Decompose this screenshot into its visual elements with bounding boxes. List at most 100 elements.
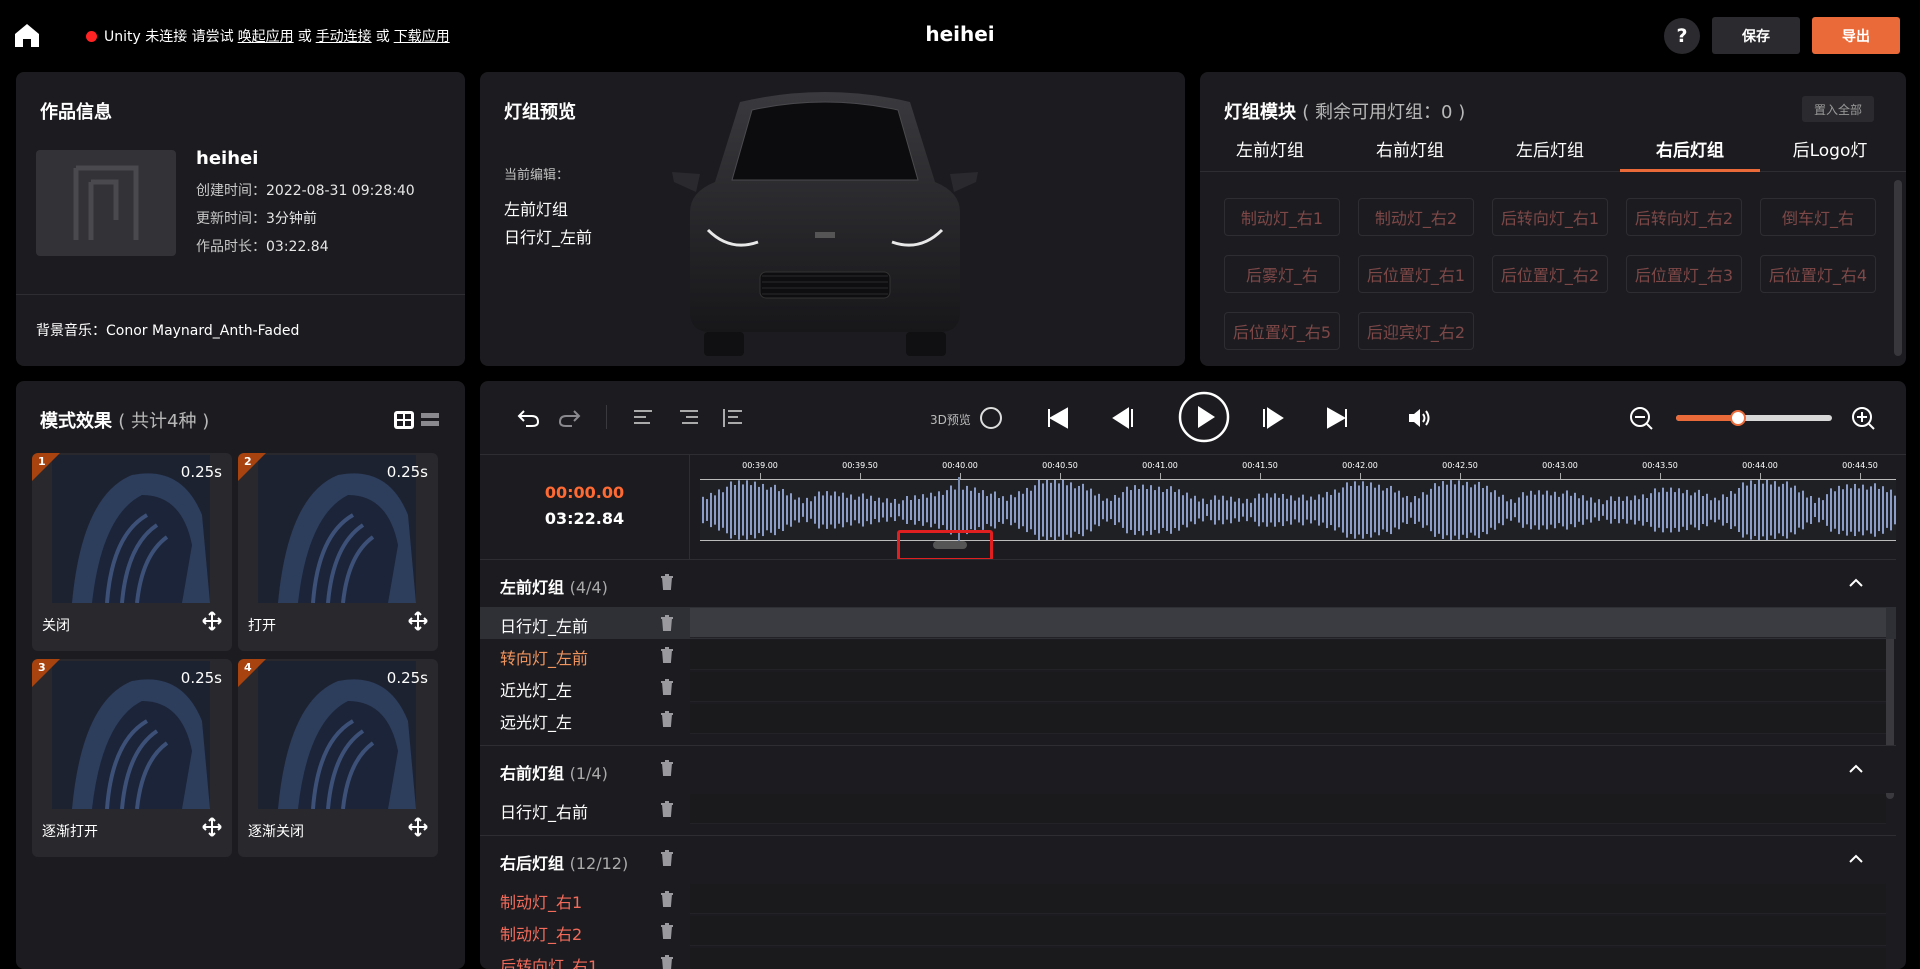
redo-icon[interactable] <box>556 405 582 431</box>
delete-icon[interactable] <box>660 679 674 695</box>
zoom-slider[interactable] <box>1676 410 1832 426</box>
save-button[interactable]: 保存 <box>1712 17 1800 54</box>
zoom-slider-handle[interactable] <box>1730 410 1747 426</box>
step-back-icon[interactable] <box>1110 405 1136 431</box>
tab-group[interactable]: 右后灯组 <box>1620 132 1760 172</box>
light-chip[interactable]: 后迎宾灯_右2 <box>1358 312 1474 350</box>
track-label: 近光灯_左 <box>500 681 573 700</box>
drag-move-icon[interactable] <box>408 817 428 837</box>
delete-icon[interactable] <box>660 711 674 727</box>
drag-move-icon[interactable] <box>202 611 222 631</box>
track-row[interactable]: 制动灯_右2 <box>480 915 1896 947</box>
skip-to-start-icon[interactable] <box>1045 405 1071 431</box>
track-list: 左前灯组 (4/4) 日行灯_左前 转向灯_左前近光灯_左远光灯_左右前灯组 (1/… <box>480 559 1896 969</box>
light-chip[interactable]: 制动灯_右1 <box>1224 198 1340 236</box>
work-info-title: 作品信息 <box>40 102 112 123</box>
align-left-icon[interactable] <box>630 405 656 431</box>
drag-move-icon[interactable] <box>202 817 222 837</box>
delete-icon[interactable] <box>660 615 674 631</box>
current-edit-group: 左前灯组 <box>504 200 569 219</box>
zoom-in-icon[interactable] <box>1850 405 1876 431</box>
light-chip[interactable]: 后位置灯_右5 <box>1224 312 1340 350</box>
tick-label: 00:43.50 <box>1642 461 1678 470</box>
track-row[interactable]: 后转向灯_右1 <box>480 947 1896 969</box>
undo-icon[interactable] <box>516 405 542 431</box>
track-lane[interactable] <box>690 704 1886 734</box>
export-button[interactable]: 导出 <box>1812 17 1900 54</box>
step-forward-icon[interactable] <box>1260 405 1286 431</box>
3d-preview-toggle[interactable] <box>980 407 1002 429</box>
light-chip[interactable]: 后位置灯_右3 <box>1626 255 1742 293</box>
light-chip[interactable]: 制动灯_右2 <box>1358 198 1474 236</box>
track-row[interactable]: 制动灯_右1 <box>480 883 1896 915</box>
zoom-out-icon[interactable] <box>1628 405 1654 431</box>
list-view-icon[interactable] <box>420 411 440 429</box>
track-group-header[interactable]: 右前灯组 (1/4) <box>480 745 1896 793</box>
tick-label: 00:42.00 <box>1342 461 1378 470</box>
light-chip[interactable]: 后位置灯_右2 <box>1492 255 1608 293</box>
track-label: 制动灯_右1 <box>500 893 583 912</box>
track-row[interactable]: 远光灯_左 <box>480 703 1896 735</box>
track-row[interactable]: 转向灯_左前 <box>480 639 1896 671</box>
effect-duration: 0.25s <box>180 669 222 687</box>
track-lane[interactable] <box>690 640 1886 670</box>
delete-icon[interactable] <box>660 801 674 817</box>
delete-icon[interactable] <box>660 647 674 663</box>
track-row[interactable]: 日行灯_右前 <box>480 793 1896 825</box>
delete-icon[interactable] <box>660 955 674 969</box>
effect-card[interactable]: 2 0.25s 打开 <box>238 453 438 651</box>
track-row[interactable]: 近光灯_左 <box>480 671 1896 703</box>
track-lane[interactable] <box>690 948 1886 969</box>
place-all-button[interactable]: 置入全部 <box>1802 96 1874 122</box>
light-chip[interactable]: 后位置灯_右1 <box>1358 255 1474 293</box>
drag-move-icon[interactable] <box>408 611 428 631</box>
download-app-link[interactable]: 下载应用 <box>394 26 450 46</box>
delete-icon[interactable] <box>660 574 674 590</box>
volume-icon[interactable] <box>1406 405 1432 431</box>
track-label: 远光灯_左 <box>500 713 573 732</box>
effect-card[interactable]: 4 0.25s 逐渐关闭 <box>238 659 438 857</box>
scrollbar[interactable] <box>1894 180 1902 356</box>
help-button[interactable]: ? <box>1664 18 1700 54</box>
current-edit-label: 当前编辑： <box>504 168 570 183</box>
track-lane[interactable] <box>690 608 1886 638</box>
track-group-header[interactable]: 右后灯组 (12/12) <box>480 835 1896 883</box>
delete-icon[interactable] <box>660 891 674 907</box>
track-lane[interactable] <box>690 794 1886 824</box>
tab-group[interactable]: 右前灯组 <box>1340 132 1480 172</box>
distribute-icon[interactable] <box>720 405 746 431</box>
light-chip[interactable]: 后转向灯_右2 <box>1626 198 1742 236</box>
time-ruler[interactable]: 00:39.00 00:39.50 00:40.00 00:40.50 00:41.00… <box>700 455 1896 479</box>
light-chip[interactable]: 后转向灯_右1 <box>1492 198 1608 236</box>
audio-waveform[interactable] <box>700 479 1896 541</box>
align-right-icon[interactable] <box>676 405 702 431</box>
skip-to-end-icon[interactable] <box>1324 405 1350 431</box>
light-chip[interactable]: 倒车灯_右 <box>1760 198 1876 236</box>
light-chip[interactable]: 后位置灯_右4 <box>1760 255 1876 293</box>
track-lane[interactable] <box>690 884 1886 914</box>
tab-group[interactable]: 后Logo灯 <box>1760 132 1900 172</box>
track-group-header[interactable]: 左前灯组 (4/4) <box>480 559 1896 607</box>
effect-card[interactable]: 3 0.25s 逐渐打开 <box>32 659 232 857</box>
chevron-up-icon[interactable] <box>1848 854 1864 864</box>
delete-icon[interactable] <box>660 850 674 866</box>
effect-card[interactable]: 1 0.25s 关闭 <box>32 453 232 651</box>
track-lane[interactable] <box>690 672 1886 702</box>
track-label: 日行灯_右前 <box>500 803 589 822</box>
home-icon[interactable] <box>14 22 40 48</box>
light-chip[interactable]: 后雾灯_右 <box>1224 255 1340 293</box>
manual-connect-link[interactable]: 手动连接 <box>316 26 372 46</box>
launch-app-link[interactable]: 唤起应用 <box>238 26 294 46</box>
preview-title: 灯组预览 <box>504 102 576 123</box>
chevron-up-icon[interactable] <box>1848 578 1864 588</box>
tab-group[interactable]: 左前灯组 <box>1200 132 1340 172</box>
play-button-icon[interactable] <box>1178 391 1230 443</box>
mode-effects-panel: 模式效果 ( 共计4种 ) 1 0.25s 关闭 2 0.25s 打开 3 0.25s 逐渐打开… <box>16 381 465 969</box>
grid-view-icon[interactable] <box>394 411 414 429</box>
delete-icon[interactable] <box>660 760 674 776</box>
track-lane[interactable] <box>690 916 1886 946</box>
delete-icon[interactable] <box>660 923 674 939</box>
tab-group[interactable]: 左后灯组 <box>1480 132 1620 172</box>
chevron-up-icon[interactable] <box>1848 764 1864 774</box>
track-row[interactable]: 日行灯_左前 <box>480 607 1896 639</box>
